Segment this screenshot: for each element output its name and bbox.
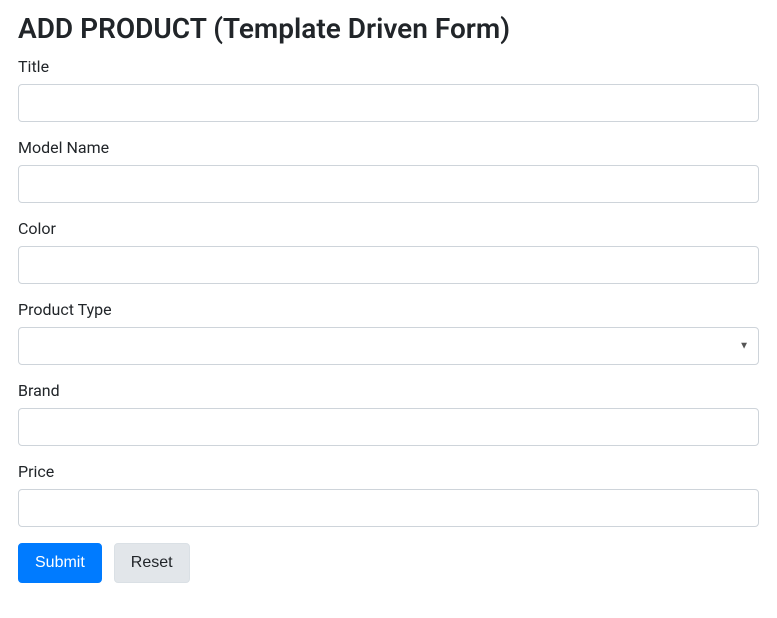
- product-type-label: Product Type: [18, 300, 759, 319]
- color-label: Color: [18, 219, 759, 238]
- title-label: Title: [18, 57, 759, 76]
- field-brand-group: Brand: [18, 381, 759, 446]
- field-title-group: Title: [18, 57, 759, 122]
- brand-input[interactable]: [18, 408, 759, 446]
- price-input[interactable]: [18, 489, 759, 527]
- brand-label: Brand: [18, 381, 759, 400]
- field-color-group: Color: [18, 219, 759, 284]
- product-type-select[interactable]: [18, 327, 759, 365]
- field-model-name-group: Model Name: [18, 138, 759, 203]
- model-name-label: Model Name: [18, 138, 759, 157]
- price-label: Price: [18, 462, 759, 481]
- title-input[interactable]: [18, 84, 759, 122]
- field-product-type-group: Product Type ▼: [18, 300, 759, 365]
- field-price-group: Price: [18, 462, 759, 527]
- page-title: ADD PRODUCT (Template Driven Form): [18, 12, 759, 45]
- reset-button[interactable]: Reset: [114, 543, 190, 583]
- submit-button[interactable]: Submit: [18, 543, 102, 583]
- color-input[interactable]: [18, 246, 759, 284]
- button-row: Submit Reset: [18, 543, 759, 583]
- model-name-input[interactable]: [18, 165, 759, 203]
- add-product-form: Title Model Name Color Product Type ▼ Br…: [18, 57, 759, 583]
